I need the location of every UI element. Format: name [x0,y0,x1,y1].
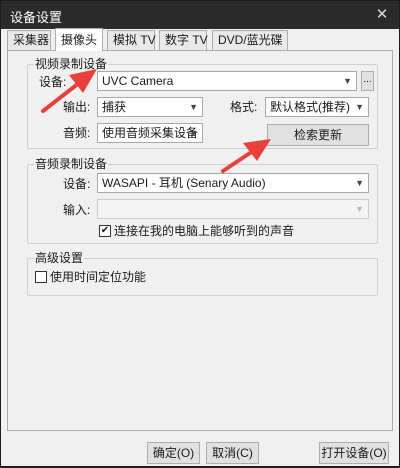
audio-device-value: WASAPI - 耳机 (Senary Audio) [102,176,266,190]
audio-input-select: ▼ [97,199,369,219]
tab-capturer[interactable]: 采集器 [7,30,51,50]
tab-digital-tv[interactable]: 数字 TV [159,30,208,50]
chevron-down-icon: ▼ [343,76,352,86]
title-bar: 设备设置 ✕ [1,1,399,29]
chevron-down-icon: ▼ [355,102,364,112]
output-select[interactable]: 捕获 ▼ [97,97,203,117]
tab-dvd-bluray[interactable]: DVD/蓝光碟 [212,30,288,50]
video-device-select[interactable]: UVC Camera ▼ [97,71,357,91]
video-group-title: 视频录制设备 [34,57,109,71]
checkmark-icon: ✔ [100,225,110,236]
camera-tab-page: 视频录制设备 设备: UVC Camera ▼ ... 输出: 捕获 ▼ 格式:… [7,50,393,431]
device-settings-dialog: 设备设置 ✕ 采集器 摄像头 模拟 TV 数字 TV DVD/蓝光碟 视频录制设… [0,0,400,467]
timeshift-checkbox[interactable] [35,271,47,283]
ok-button[interactable]: 确定(O) [147,442,200,464]
video-device-value: UVC Camera [102,74,174,88]
advanced-group-title: 高级设置 [34,251,85,265]
tab-analog-tv[interactable]: 模拟 TV [107,30,156,50]
chevron-down-icon: ▼ [355,178,364,188]
chevron-down-icon: ▼ [189,128,198,138]
output-label: 输出: [63,100,91,114]
video-device-label: 设备: [39,75,67,89]
audio-source-value: 使用音频采集设备 [102,126,199,140]
refresh-button[interactable]: 检索更新 [267,124,369,146]
output-value: 捕获 [102,100,127,114]
input-label: 输入: [63,203,91,217]
close-icon[interactable]: ✕ [371,4,393,26]
audio-source-select[interactable]: 使用音频采集设备 ▼ [97,123,203,143]
audio-device-label: 设备: [63,177,91,191]
chevron-down-icon: ▼ [189,102,198,112]
chevron-down-icon: ▼ [355,204,364,214]
format-value: 默认格式(推荐) [270,100,350,114]
listen-label[interactable]: 连接在我的电脑上能够听到的声音 [114,224,294,238]
format-label: 格式: [230,100,258,114]
tab-camera[interactable]: 摄像头 [55,28,103,51]
browse-button[interactable]: ... [361,71,374,91]
open-device-button[interactable]: 打开设备(O) [319,442,389,464]
timeshift-label[interactable]: 使用时间定位功能 [50,270,146,284]
dialog-footer: 确定(O) 取消(C) 打开设备(O) [1,431,399,466]
audio-group-title: 音频录制设备 [34,157,109,171]
window-title: 设备设置 [10,10,63,25]
audio-label: 音频: [63,126,91,140]
cancel-button[interactable]: 取消(C) [206,442,259,464]
audio-device-select[interactable]: WASAPI - 耳机 (Senary Audio) ▼ [97,173,369,193]
format-select[interactable]: 默认格式(推荐) ▼ [265,97,369,117]
listen-checkbox[interactable]: ✔ [99,225,111,237]
